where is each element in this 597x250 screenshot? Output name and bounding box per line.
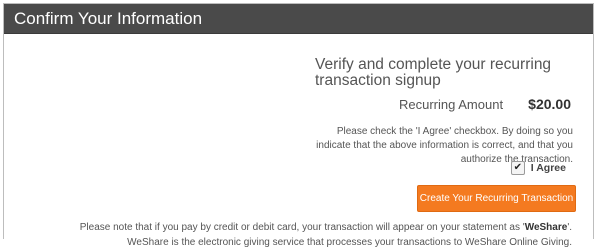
agree-checkbox-row[interactable]: ✔ I Agree (510, 161, 566, 175)
panel-title: Confirm Your Information (14, 8, 203, 28)
create-recurring-transaction-button[interactable]: Create Your Recurring Transaction (417, 185, 576, 212)
amount-row: Recurring Amount $20.00 (399, 96, 571, 112)
statement-notice: Please note that if you pay by credit or… (44, 220, 572, 250)
agree-checkbox[interactable]: ✔ (510, 161, 525, 175)
panel-header: Confirm Your Information (4, 4, 593, 34)
agree-checkbox-label[interactable]: I Agree (531, 162, 566, 174)
checkmark-icon: ✔ (513, 162, 522, 173)
amount-value: $20.00 (528, 96, 571, 112)
amount-label: Recurring Amount (399, 97, 504, 112)
notice-brand: WeShare (524, 222, 568, 233)
summary-heading: Verify and complete your recurring trans… (315, 56, 552, 89)
panel-content: Verify and complete your recurring trans… (4, 34, 593, 248)
notice-text-part1: Please note that if you pay by credit or… (79, 222, 525, 233)
confirm-panel: Confirm Your Information Verify and comp… (3, 3, 594, 248)
